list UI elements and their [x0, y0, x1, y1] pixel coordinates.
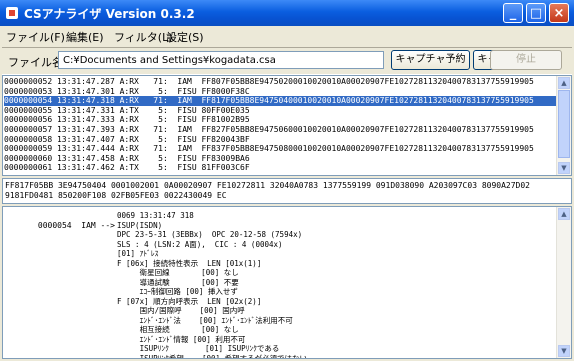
detail-line: ISUPﾘﾝｸ [01] ISUPﾘﾝｸである: [117, 344, 280, 353]
scroll-up-icon[interactable]: ▲: [558, 77, 570, 89]
detail-line: 衛星回線 [00] なし: [117, 268, 239, 277]
file-toolbar: ファイル名 キャプチャ予約 キャプチャ開始: [2, 47, 572, 75]
detail-scrollbar[interactable]: ▲ ▼: [556, 207, 571, 358]
message-row[interactable]: 0000000061 13:31:47.462 A:TX 5: FISU 81F…: [4, 163, 559, 173]
message-row[interactable]: 0000000059 13:31:47.444 A:RX 71: IAM FF8…: [4, 144, 559, 154]
detail-line: F [06x] 接続特性表示 LEN [01x(1)]: [117, 258, 262, 268]
menu-settings[interactable]: 設定(S): [166, 29, 204, 45]
scroll-up-icon[interactable]: ▲: [558, 208, 570, 220]
message-row[interactable]: 0000000054 13:31:47.318 A:RX 71: IAM FF8…: [4, 96, 559, 107]
detail-line: ISUPﾘﾝｸ希望 [00] 希望するが必須ではない: [117, 353, 308, 359]
menu-bar: ファイル(F) 編集(E) フィルタ(L) 設定(S): [0, 27, 574, 45]
capture-reserve-button[interactable]: キャプチャ予約: [391, 50, 470, 70]
detail-line: ｴｺｰ制御回路 [00] 挿入せず: [117, 287, 238, 296]
menu-file[interactable]: ファイル(F): [6, 29, 65, 45]
message-row[interactable]: 0000000055 13:31:47.331 A:TX 5: FISU 80F…: [4, 106, 559, 116]
scroll-down-icon[interactable]: ▼: [558, 345, 570, 357]
detail-decode: 0069 13:31:47 318 ISUP(ISDN) DPC 23-5-31 (…: [117, 211, 308, 359]
detail-index: 0000054: [37, 220, 72, 230]
message-row[interactable]: 0000000057 13:31:47.393 A:RX 71: IAM FF8…: [4, 125, 559, 135]
maximize-button[interactable]: □: [526, 3, 546, 23]
detail-line: [01] ｱﾄﾞﾚｽ: [117, 249, 159, 258]
detail-line: DPC 23-5-31 (3EBBx) OPC 20-12-58 (7594x): [117, 230, 303, 239]
message-row[interactable]: 0000000056 13:31:47.333 A:RX 5: FISU FF8…: [4, 115, 559, 125]
file-name-label: ファイル名: [8, 56, 63, 69]
scroll-thumb[interactable]: [558, 90, 570, 158]
hex-dump-line-2: 9181FD0481 850200F108 02FB05FE03 0022430…: [5, 191, 227, 200]
stop-button[interactable]: 停止: [490, 50, 562, 70]
message-list-scrollbar[interactable]: ▲ ▼: [556, 76, 571, 175]
menu-filter[interactable]: フィルタ(L): [114, 29, 173, 45]
detail-line: SLS : 4 (LSN:2 A面), CIC : 4 (0004x): [117, 239, 283, 249]
app-window: CSアナライザ Version 0.3.2 _ □ × ファイル(F) 編集(E…: [0, 0, 574, 361]
hex-dump-pane: FF817F05BB 3E94750404 0001002001 0A00020…: [2, 178, 572, 204]
hex-dump-line-1: FF817F05BB 3E94750404 0001002001 0A00020…: [5, 181, 530, 190]
message-row[interactable]: 0000000060 13:31:47.458 A:RX 5: FISU FF8…: [4, 154, 559, 164]
close-button[interactable]: ×: [549, 3, 569, 23]
detail-line: 0069 13:31:47 318: [117, 211, 194, 220]
message-row[interactable]: 0000000058 13:31:47.407 A:RX 5: FISU FF8…: [4, 135, 559, 145]
minimize-button[interactable]: _: [503, 3, 523, 23]
detail-line: 相互接続 [00] なし: [117, 325, 239, 334]
detail-line: ｴﾝﾄﾞ･ｴﾝﾄﾞ情報 [00] 利用不可: [117, 334, 246, 344]
window-title: CSアナライザ Version 0.3.2: [24, 7, 195, 21]
detail-type: IAM -->: [81, 220, 115, 230]
detail-line: 導通試験 [00] 不要: [117, 277, 239, 287]
title-bar[interactable]: CSアナライザ Version 0.3.2 _ □ ×: [0, 0, 574, 26]
detail-line: 国内/国際呼 [00] 国内呼: [117, 306, 245, 315]
detail-line: ISUP(ISDN): [117, 220, 163, 230]
detail-pane: 0000054 IAM --> 0069 13:31:47 318 ISUP(IS…: [2, 206, 572, 359]
menu-edit[interactable]: 編集(E): [66, 29, 104, 45]
app-icon[interactable]: [6, 7, 18, 19]
message-list[interactable]: 0000000052 13:31:47.287 A:RX 71: IAM FF8…: [2, 75, 572, 176]
file-path-input[interactable]: [58, 51, 384, 69]
detail-line: F [07x] 順方向呼表示 LEN [02x(2)]: [117, 296, 262, 306]
message-row[interactable]: 0000000052 13:31:47.287 A:RX 71: IAM FF8…: [4, 77, 559, 87]
detail-line: ｴﾝﾄﾞ･ｴﾝﾄﾞ法 [00] ｴﾝﾄﾞ･ｴﾝﾄﾞ法利用不可: [117, 315, 293, 325]
scroll-down-icon[interactable]: ▼: [558, 162, 570, 174]
message-row[interactable]: 0000000053 13:31:47.301 A:RX 5: FISU FF8…: [4, 87, 559, 97]
